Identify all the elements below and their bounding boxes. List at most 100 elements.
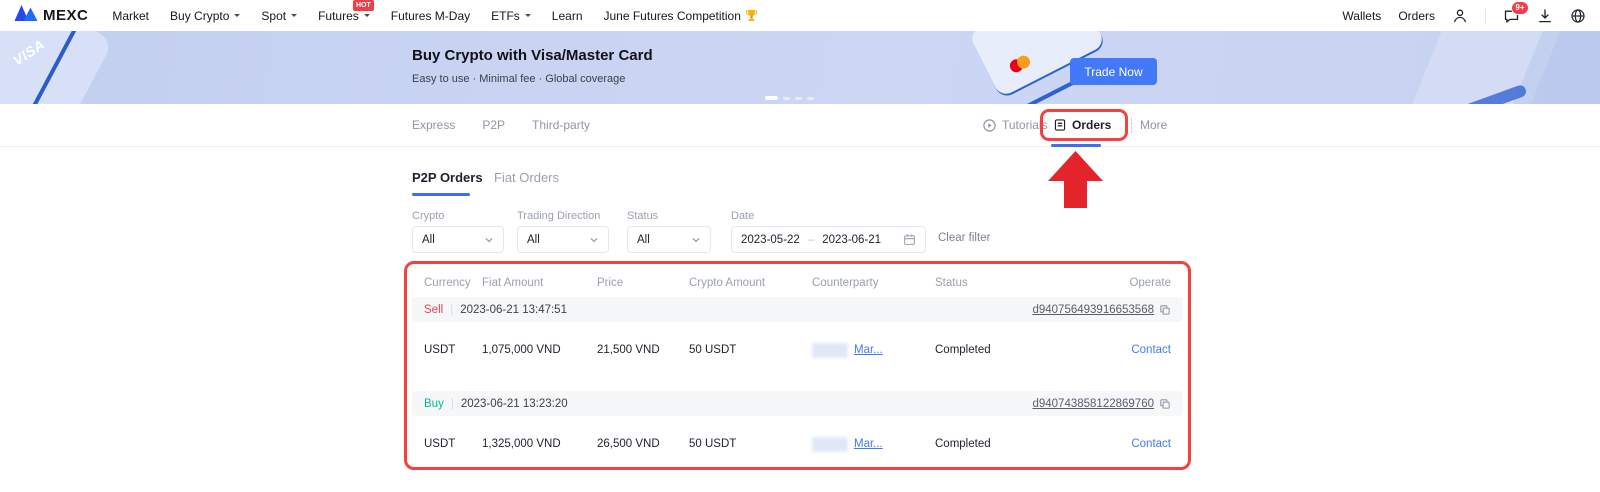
- download-icon: [1537, 8, 1553, 24]
- nav-item-etfs[interactable]: ETFs: [491, 9, 531, 23]
- nav-item-futures-mday[interactable]: Futures M-Day: [391, 9, 470, 23]
- date-range-picker[interactable]: 2023-05-22 – 2023-06-21: [731, 226, 926, 253]
- top-navbar: MEXC Market Buy Crypto Spot Futures HOT …: [0, 0, 1600, 31]
- date-from-value[interactable]: 2023-05-22: [741, 234, 800, 246]
- red-annotation-arrow: [1048, 151, 1103, 208]
- orders-document-icon: [1053, 118, 1067, 132]
- banner-text: Buy Crypto with Visa/Master Card Easy to…: [412, 47, 653, 85]
- cell-price: 26,500 VND: [597, 438, 689, 450]
- order-datetime: 2023-06-21 13:47:51: [460, 304, 567, 316]
- date-filter-label: Date: [731, 210, 754, 222]
- nav-item-buy-crypto[interactable]: Buy Crypto: [170, 9, 240, 23]
- col-operate: Operate: [1109, 277, 1171, 289]
- order-group-buy: Buy | 2023-06-21 13:23:20 d9407438581228…: [412, 391, 1183, 472]
- chevron-down-icon: [484, 235, 494, 245]
- col-counterparty: Counterparty: [812, 277, 935, 289]
- counterparty-link[interactable]: Mar...: [854, 344, 883, 356]
- order-meta-bar: Sell | 2023-06-21 13:47:51 d940756493916…: [412, 297, 1183, 322]
- tabbar-divider: [1131, 118, 1132, 133]
- status-filter-select[interactable]: All: [627, 226, 711, 253]
- cell-status: Completed: [935, 438, 1109, 450]
- tabbar-left: Express P2P Third-party: [412, 104, 590, 146]
- p2p-orders-active-underline: [412, 193, 470, 196]
- status-filter-label: Status: [627, 210, 658, 222]
- cell-counterparty: Mar...: [812, 343, 935, 358]
- trading-direction-filter-select[interactable]: All: [517, 226, 609, 253]
- banner-title: Buy Crypto with Visa/Master Card: [412, 47, 653, 64]
- contact-link[interactable]: Contact: [1131, 438, 1171, 450]
- cell-fiat-amount: 1,075,000 VND: [482, 344, 597, 356]
- tab-express[interactable]: Express: [412, 118, 455, 132]
- order-side-badge: Sell: [424, 304, 443, 316]
- nav-item-futures[interactable]: Futures HOT: [318, 9, 370, 23]
- mexc-logo[interactable]: MEXC: [14, 5, 88, 26]
- caret-down-icon: [291, 14, 297, 20]
- tab-p2p[interactable]: P2P: [482, 118, 505, 132]
- meta-separator: |: [451, 398, 454, 410]
- order-id-link[interactable]: d940756493916653568: [1032, 304, 1154, 316]
- tab-third-party[interactable]: Third-party: [532, 118, 590, 132]
- cell-crypto-amount: 50 USDT: [689, 438, 812, 450]
- date-to-value[interactable]: 2023-06-21: [822, 234, 881, 246]
- nav-item-market[interactable]: Market: [112, 9, 149, 23]
- globe-icon: [1570, 8, 1586, 24]
- crypto-filter-label: Crypto: [412, 210, 444, 222]
- mexc-logo-icon: [14, 5, 38, 26]
- nav-item-learn[interactable]: Learn: [552, 9, 583, 23]
- carousel-dot[interactable]: [795, 97, 802, 100]
- language-button[interactable]: [1570, 8, 1586, 24]
- cell-currency: USDT: [424, 344, 482, 356]
- hot-badge: HOT: [353, 0, 374, 11]
- cell-counterparty: Mar...: [812, 437, 935, 452]
- tab-fiat-orders[interactable]: Fiat Orders: [494, 170, 559, 185]
- crypto-filter-select[interactable]: All: [412, 226, 504, 253]
- support-chat-button[interactable]: 9+: [1503, 8, 1520, 24]
- order-group-sell: Sell | 2023-06-21 13:47:51 d940756493916…: [412, 297, 1183, 378]
- contact-link[interactable]: Contact: [1131, 344, 1171, 356]
- order-datetime: 2023-06-21 13:23:20: [461, 398, 568, 410]
- cell-price: 21,500 VND: [597, 344, 689, 356]
- copy-icon[interactable]: [1159, 398, 1171, 410]
- order-row: USDT 1,075,000 VND 21,500 VND 50 USDT Ma…: [412, 322, 1183, 378]
- navbar-right: Wallets Orders 9+: [1342, 8, 1586, 24]
- carousel-dots[interactable]: [765, 96, 814, 100]
- date-range-separator: –: [808, 234, 814, 246]
- caret-down-icon: [525, 14, 531, 20]
- order-side-badge: Buy: [424, 398, 444, 410]
- visa-card-graphic: VISA: [0, 31, 114, 104]
- cell-status: Completed: [935, 344, 1109, 356]
- carousel-dot-active[interactable]: [765, 96, 778, 100]
- nav-item-spot[interactable]: Spot: [261, 9, 297, 23]
- profile-button[interactable]: [1452, 8, 1468, 24]
- clear-filter-link[interactable]: Clear filter: [938, 232, 990, 244]
- nav-item-june-futures-competition[interactable]: June Futures Competition: [604, 9, 758, 23]
- carousel-dot[interactable]: [807, 97, 814, 100]
- caret-down-icon: [364, 14, 370, 20]
- tab-orders[interactable]: Orders: [1053, 104, 1111, 146]
- page: MEXC Market Buy Crypto Spot Futures HOT …: [0, 0, 1600, 492]
- carousel-dot[interactable]: [783, 97, 790, 100]
- chat-notification-badge: 9+: [1511, 1, 1529, 15]
- navbar-divider: [1485, 9, 1486, 23]
- nav-item-wallets[interactable]: Wallets: [1342, 9, 1381, 23]
- counterparty-avatar-blurred: [812, 343, 848, 358]
- promo-banner: VISA Buy Crypto with Visa/Master Card Ea…: [0, 31, 1600, 104]
- col-currency: Currency: [424, 277, 482, 289]
- order-meta-bar: Buy | 2023-06-21 13:23:20 d9407438581228…: [412, 391, 1183, 416]
- table-header-row: Currency Fiat Amount Price Crypto Amount…: [412, 269, 1183, 297]
- user-icon: [1452, 8, 1468, 24]
- cell-currency: USDT: [424, 438, 482, 450]
- nav-item-orders[interactable]: Orders: [1398, 9, 1435, 23]
- trade-now-button[interactable]: Trade Now: [1070, 58, 1157, 85]
- tab-more[interactable]: More: [1140, 104, 1167, 146]
- counterparty-link[interactable]: Mar...: [854, 438, 883, 450]
- order-id-link[interactable]: d940743858122869760: [1032, 398, 1154, 410]
- tab-tutorials[interactable]: Tutorials: [982, 104, 1048, 146]
- copy-icon[interactable]: [1159, 304, 1171, 316]
- play-circle-icon: [982, 118, 997, 133]
- chevron-down-icon: [589, 235, 599, 245]
- tab-p2p-orders[interactable]: P2P Orders: [412, 170, 483, 185]
- chevron-down-icon: [691, 235, 701, 245]
- direction-filter-label: Trading Direction: [517, 210, 600, 222]
- download-app-button[interactable]: [1537, 8, 1553, 24]
